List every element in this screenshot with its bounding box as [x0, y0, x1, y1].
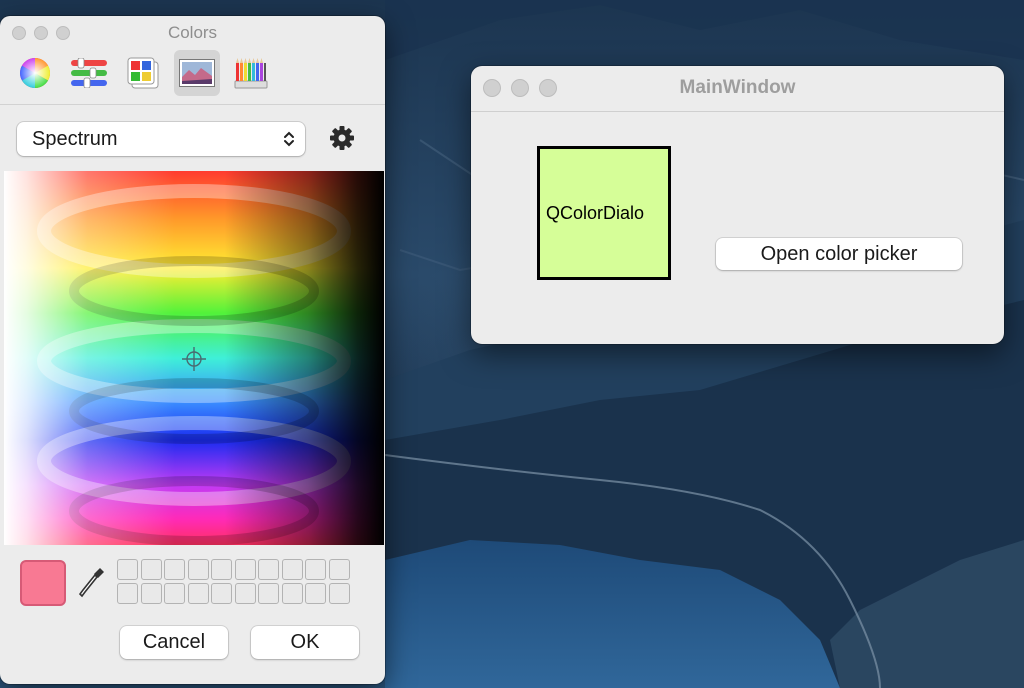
custom-color-swatch[interactable] — [328, 559, 350, 580]
custom-color-swatch[interactable] — [140, 559, 162, 580]
custom-color-swatch[interactable] — [281, 559, 303, 580]
custom-color-swatch[interactable] — [328, 582, 350, 604]
color-box-label: QColorDialo — [546, 202, 645, 223]
colors-panel-title: Colors — [167, 23, 218, 42]
selected-color-box: QColorDialo — [537, 146, 671, 280]
eyedropper-icon[interactable] — [78, 566, 106, 600]
custom-color-swatch[interactable] — [258, 582, 279, 604]
spectrum-picker[interactable] — [4, 171, 384, 545]
custom-color-swatch[interactable] — [258, 559, 279, 580]
color-sliders-icon — [71, 58, 107, 88]
color-mode-toolbar — [12, 50, 274, 96]
custom-color-swatches — [117, 559, 350, 604]
titlebar-divider — [471, 111, 1004, 112]
color-palettes-mode-button[interactable] — [120, 50, 166, 96]
toolbar-divider — [0, 104, 385, 105]
cancel-button[interactable]: Cancel — [120, 626, 228, 659]
custom-color-swatch[interactable] — [234, 559, 256, 580]
custom-color-swatch[interactable] — [211, 582, 232, 604]
color-palettes-icon — [127, 57, 159, 89]
palette-select-value: Spectrum — [32, 127, 118, 150]
custom-color-swatch[interactable] — [305, 559, 326, 580]
pencils-icon — [234, 58, 268, 89]
image-palettes-mode-button[interactable] — [174, 50, 220, 96]
custom-color-swatch[interactable] — [211, 559, 232, 580]
custom-color-swatch[interactable] — [187, 559, 209, 580]
color-wheel-mode-button[interactable] — [12, 50, 58, 96]
pencils-mode-button[interactable] — [228, 50, 274, 96]
main-window: MainWindow QColorDialo Open color picker — [471, 66, 1004, 344]
image-palettes-icon — [179, 59, 215, 87]
custom-color-swatch[interactable] — [117, 559, 138, 580]
current-color-well[interactable] — [20, 560, 66, 606]
ok-button[interactable]: OK — [251, 626, 359, 659]
color-sliders-mode-button[interactable] — [66, 50, 112, 96]
up-down-chevron-icon — [284, 131, 294, 147]
custom-color-swatch[interactable] — [164, 559, 185, 580]
custom-color-swatch[interactable] — [164, 582, 185, 604]
custom-color-swatch[interactable] — [140, 582, 162, 604]
custom-color-swatch[interactable] — [281, 582, 303, 604]
crosshair-icon — [182, 347, 206, 371]
gear-icon[interactable] — [328, 124, 356, 152]
open-color-picker-button[interactable]: Open color picker — [716, 238, 962, 270]
colors-panel: Colors Spectrum Cancel OK — [0, 16, 385, 684]
custom-color-swatch[interactable] — [234, 582, 256, 604]
window-title: MainWindow — [679, 77, 796, 98]
custom-color-swatch[interactable] — [117, 582, 138, 604]
palette-select[interactable]: Spectrum — [17, 122, 305, 156]
custom-color-swatch[interactable] — [187, 582, 209, 604]
custom-color-swatch[interactable] — [305, 582, 326, 604]
color-wheel-icon — [19, 57, 51, 88]
